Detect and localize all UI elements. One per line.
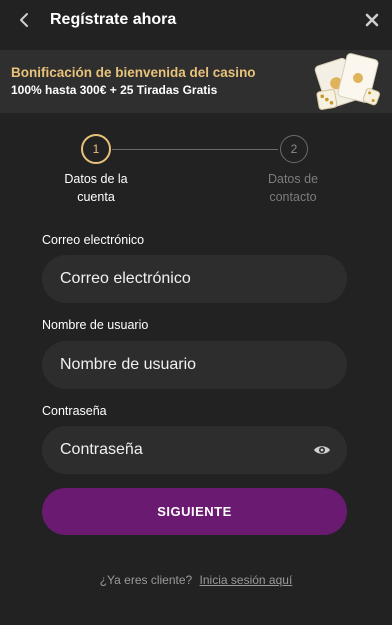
page-title: Regístrate ahora [50, 11, 177, 28]
step-2-label: Datos de contacto [248, 170, 338, 206]
login-prompt: ¿Ya eres cliente? [99, 573, 193, 587]
next-button[interactable]: SIGUIENTE [42, 488, 347, 535]
username-field[interactable] [42, 341, 347, 389]
login-prompt-row: ¿Ya eres cliente? Inicia sesión aquí [0, 573, 392, 587]
step-1-label-line1: Datos de la [64, 172, 128, 186]
login-link[interactable]: Inicia sesión aquí [200, 573, 293, 587]
username-field-wrapper [42, 341, 347, 389]
modal-header: Regístrate ahora [0, 0, 392, 42]
registration-stepper: 1 2 Datos de la cuenta Datos de contacto [0, 130, 392, 210]
password-field[interactable] [42, 426, 347, 474]
step-1-label: Datos de la cuenta [51, 170, 141, 206]
email-label: Correo electrónico [42, 233, 145, 247]
password-field-wrapper [42, 426, 347, 474]
bonus-title: Bonificación de bienvenida del casino [11, 65, 256, 80]
cards-dice-icon [310, 52, 384, 114]
email-field[interactable] [42, 255, 347, 303]
email-field-wrapper [42, 255, 347, 303]
stepper-line [112, 149, 278, 150]
bonus-subtitle: 100% hasta 300€ + 25 Tiradas Gratis [11, 83, 218, 97]
welcome-bonus-banner: Bonificación de bienvenida del casino 10… [0, 50, 392, 113]
back-icon[interactable] [16, 10, 32, 30]
close-icon[interactable] [364, 12, 380, 28]
username-label: Nombre de usuario [42, 318, 149, 332]
step-2-label-line2: contacto [269, 190, 317, 204]
step-1-indicator: 1 [81, 134, 111, 164]
password-label: Contraseña [42, 404, 107, 418]
step-1-label-line2: cuenta [77, 190, 115, 204]
eye-icon[interactable] [313, 442, 331, 458]
step-2-indicator: 2 [280, 135, 308, 163]
step-2-label-line1: Datos de [267, 172, 319, 186]
